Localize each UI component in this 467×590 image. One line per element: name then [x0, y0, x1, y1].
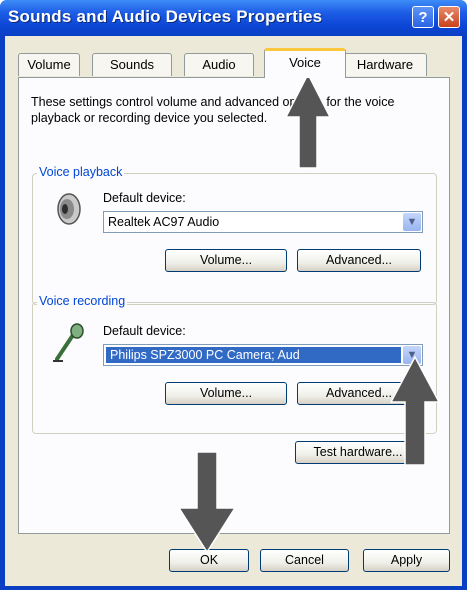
annotation-arrows [177, 72, 441, 554]
arrow-up-to-voice-tab [284, 72, 332, 169]
arrow-down-to-ok-button [177, 451, 237, 554]
tab-voice[interactable]: Voice [264, 48, 346, 78]
arrow-up-to-recording-dropdown [389, 355, 441, 466]
